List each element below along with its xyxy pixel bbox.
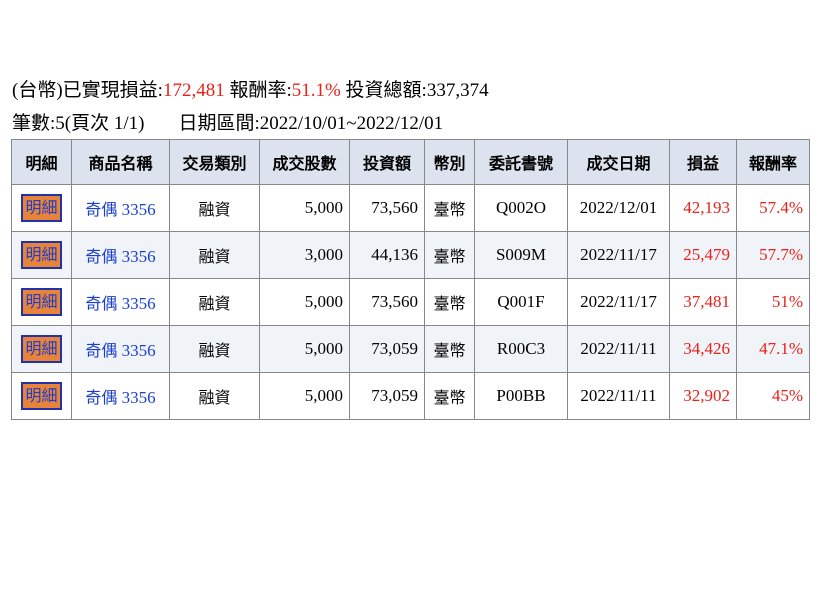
pnl: 34,426 (669, 325, 737, 373)
shares: 5,000 (259, 184, 350, 232)
trade-date: 2022/12/01 (567, 184, 670, 232)
trade-type: 融資 (169, 184, 260, 232)
pnl: 25,479 (669, 231, 737, 279)
order-no: Q002O (474, 184, 568, 232)
pnl: 32,902 (669, 372, 737, 420)
trade-type: 融資 (169, 325, 260, 373)
amount: 73,560 (349, 184, 425, 232)
order-no: S009M (474, 231, 568, 279)
trade-type: 融資 (169, 231, 260, 279)
pnl: 37,481 (669, 278, 737, 326)
detail-button[interactable]: 明細 (21, 194, 62, 222)
currency: 臺幣 (424, 231, 475, 279)
trade-date: 2022/11/17 (567, 231, 670, 279)
shares: 5,000 (259, 325, 350, 373)
trade-date: 2022/11/11 (567, 325, 670, 373)
table-header-row: 明細 商品名稱 交易類別 成交股數 投資額 幣別 委託書號 成交日期 損益 報酬… (11, 139, 810, 185)
header-date: 成交日期 (567, 139, 670, 185)
header-return: 報酬率 (736, 139, 810, 185)
header-order-no: 委託書號 (474, 139, 568, 185)
header-amount: 投資額 (349, 139, 425, 185)
product-link[interactable]: 奇偶 3356 (85, 388, 155, 407)
product-name: 奇偶 (85, 247, 118, 266)
table-row: 明細 奇偶 3356 融資 3,000 44,136 臺幣 S009M 2022… (11, 231, 810, 279)
table-row: 明細 奇偶 3356 融資 5,000 73,059 臺幣 P00BB 2022… (11, 372, 810, 420)
order-no: P00BB (474, 372, 568, 420)
table-row: 明細 奇偶 3356 融資 5,000 73,560 臺幣 Q001F 2022… (11, 278, 810, 326)
detail-button[interactable]: 明細 (21, 288, 62, 316)
return-label: 報酬率: (224, 80, 292, 101)
product-name: 奇偶 (85, 388, 118, 407)
realized-pnl-table: 明細 商品名稱 交易類別 成交股數 投資額 幣別 委託書號 成交日期 損益 報酬… (11, 139, 810, 420)
return-rate: 57.7% (736, 231, 810, 279)
currency: 臺幣 (424, 325, 475, 373)
currency: 臺幣 (424, 278, 475, 326)
return-rate: 47.1% (736, 325, 810, 373)
header-type: 交易類別 (169, 139, 260, 185)
product-code: 3356 (121, 200, 156, 219)
header-currency: 幣別 (424, 139, 475, 185)
currency: 臺幣 (424, 184, 475, 232)
summary-line-2: 筆數:5(頁次 1/1) 日期區間:2022/10/01~2022/12/01 (12, 111, 443, 137)
date-period: 日期區間:2022/10/01~2022/12/01 (178, 113, 444, 134)
header-shares: 成交股數 (259, 139, 350, 185)
detail-button[interactable]: 明細 (21, 382, 62, 410)
order-no: R00C3 (474, 325, 568, 373)
record-count: 筆數:5(頁次 1/1) (12, 113, 145, 134)
header-product: 商品名稱 (71, 139, 170, 185)
product-code: 3356 (121, 388, 156, 407)
trade-type: 融資 (169, 372, 260, 420)
detail-button[interactable]: 明細 (21, 335, 62, 363)
product-code: 3356 (121, 341, 156, 360)
product-link[interactable]: 奇偶 3356 (85, 294, 155, 313)
trade-date: 2022/11/17 (567, 278, 670, 326)
return-rate: 57.4% (736, 184, 810, 232)
product-link[interactable]: 奇偶 3356 (85, 200, 155, 219)
amount: 44,136 (349, 231, 425, 279)
product-link[interactable]: 奇偶 3356 (85, 341, 155, 360)
product-name: 奇偶 (85, 200, 118, 219)
product-code: 3356 (121, 247, 156, 266)
pnl: 42,193 (669, 184, 737, 232)
product-code: 3356 (121, 294, 156, 313)
trade-type: 融資 (169, 278, 260, 326)
table-row: 明細 奇偶 3356 融資 5,000 73,059 臺幣 R00C3 2022… (11, 325, 810, 373)
product-name: 奇偶 (85, 341, 118, 360)
shares: 5,000 (259, 372, 350, 420)
amount: 73,059 (349, 372, 425, 420)
invest-label: 投資總額: (340, 80, 427, 101)
detail-button[interactable]: 明細 (21, 241, 62, 269)
header-detail: 明細 (11, 139, 72, 185)
realized-value: 172,481 (162, 80, 225, 101)
summary-line-1: (台幣)已實現損益:172,481 報酬率:51.1% 投資總額:337,374 (12, 78, 489, 104)
return-rate: 51% (736, 278, 810, 326)
trade-date: 2022/11/11 (567, 372, 670, 420)
product-name: 奇偶 (85, 294, 118, 313)
return-value: 51.1% (291, 80, 341, 101)
amount: 73,059 (349, 325, 425, 373)
shares: 3,000 (259, 231, 350, 279)
invest-value: 337,374 (426, 80, 489, 101)
order-no: Q001F (474, 278, 568, 326)
shares: 5,000 (259, 278, 350, 326)
realized-label: (台幣)已實現損益: (12, 80, 163, 101)
table-row: 明細 奇偶 3356 融資 5,000 73,560 臺幣 Q002O 2022… (11, 184, 810, 232)
amount: 73,560 (349, 278, 425, 326)
header-pnl: 損益 (669, 139, 737, 185)
return-rate: 45% (736, 372, 810, 420)
currency: 臺幣 (424, 372, 475, 420)
product-link[interactable]: 奇偶 3356 (85, 247, 155, 266)
